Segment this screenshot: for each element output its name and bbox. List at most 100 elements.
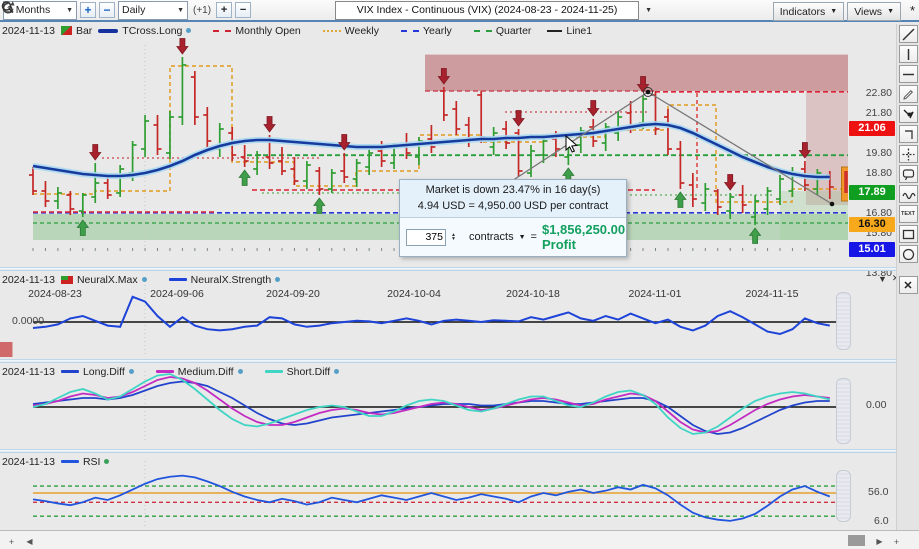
legend-item-quarter[interactable]: Quarter <box>474 25 532 37</box>
contracts-input[interactable] <box>406 229 446 246</box>
rsi-legend: 2024-11-13 RSI <box>2 455 109 468</box>
legend-item-bar[interactable]: Bar <box>61 25 92 37</box>
elbow-line-tool-button[interactable] <box>899 125 918 143</box>
legend-dot-icon <box>238 369 243 374</box>
cursor-date-label: 2024-11-13 <box>2 274 55 286</box>
sell-arrow-icon <box>177 39 188 55</box>
legend-item-weekly[interactable]: Weekly <box>323 25 379 37</box>
panel-close-button[interactable]: ✕ <box>899 276 918 294</box>
legend-label: Yearly <box>423 25 452 37</box>
legend-label: Quarter <box>496 25 532 37</box>
collapse-icon[interactable]: ▼ <box>878 274 887 284</box>
tcross-swatch-icon <box>98 29 118 33</box>
legend-item-long-diff[interactable]: Long.Diff <box>61 366 134 378</box>
horizontal-line-tool-button[interactable] <box>899 65 918 83</box>
chevron-down-icon: ▼ <box>887 8 894 15</box>
price-tick: 22.80 <box>866 87 892 99</box>
legend-item-neuralx-max[interactable]: NeuralX.Max <box>61 274 147 286</box>
horizontal-scrollbar[interactable]: + ◀ ▶ + <box>0 530 919 549</box>
legend-label: Short.Diff <box>287 366 331 378</box>
rsi-canvas[interactable] <box>0 453 848 530</box>
legend-label: TCross.Long <box>122 25 182 37</box>
trendline-tool-button[interactable] <box>899 25 918 43</box>
medium-diff-line <box>33 377 830 433</box>
scroll-zoom-in-left-button[interactable]: + <box>4 534 19 549</box>
period-select[interactable]: Daily▼ <box>118 1 188 20</box>
pointer-flag-tool-button[interactable] <box>899 105 918 123</box>
legend-item-rsi[interactable]: RSI <box>61 456 110 468</box>
price-badge: 21.06 <box>849 121 895 136</box>
price-tick: 19.80 <box>866 147 892 159</box>
rectangle-tool-button[interactable] <box>899 225 918 243</box>
price-badge: 17.89 <box>849 185 895 200</box>
bars-remove-button[interactable]: − <box>235 2 251 18</box>
long-diff-swatch-icon <box>61 370 79 373</box>
scroll-right-button[interactable]: ▶ <box>872 534 887 549</box>
symbol-title[interactable]: VIX Index - Continuous (VIX) (2024-08-23… <box>335 1 639 20</box>
legend-item-yearly[interactable]: Yearly <box>401 25 452 37</box>
callout-tool-button[interactable] <box>899 165 918 183</box>
chevron-down-icon: ▼ <box>177 7 184 14</box>
legend-item-medium-diff[interactable]: Medium.Diff <box>156 366 243 378</box>
legend-dot-icon <box>186 28 191 33</box>
diff-zero-label: 0.00 <box>866 399 886 411</box>
legend-item-tcross[interactable]: TCross.Long <box>98 25 191 37</box>
legend-item-monthly-open[interactable]: Monthly Open <box>213 25 300 37</box>
bar-swatch-icon <box>61 26 72 35</box>
text-tool-button[interactable]: TEXT <box>899 205 918 223</box>
crosshair-tool-button[interactable] <box>899 145 918 163</box>
legend-dot-icon <box>142 277 147 282</box>
cursor-date-label: 2024-11-13 <box>2 456 55 468</box>
diff-scale-slider[interactable] <box>836 378 851 444</box>
rsi-swatch-icon <box>61 460 79 463</box>
legend-item-short-diff[interactable]: Short.Diff <box>265 366 340 378</box>
sell-arrow-icon <box>264 117 275 133</box>
neuralx-scale-slider[interactable] <box>836 292 851 350</box>
wave-tool-button[interactable] <box>899 185 918 203</box>
tooltip-line2: 4.94 USD = 4,950.00 USD per contract <box>400 196 626 212</box>
legend-item-neuralx-strength[interactable]: NeuralX.Strength <box>169 274 281 286</box>
ellipse-tool-button[interactable] <box>899 245 918 263</box>
neuralx-strength-line <box>33 297 830 334</box>
chevron-down-icon: ▼ <box>830 8 837 15</box>
bars-add-button[interactable]: + <box>216 2 232 18</box>
plus-one-label: (+1) <box>193 5 211 16</box>
pencil-tool-button[interactable] <box>899 85 918 103</box>
cursor-date-label: 2024-11-13 <box>2 366 55 378</box>
tooltip-contracts-row: ▲▼ contracts ▼ = $1,856,250.00 Profit <box>400 217 626 256</box>
profit-value: $1,856,250.00 Profit <box>542 222 625 252</box>
indicators-button[interactable]: Indicators▼ <box>773 2 844 21</box>
scrollbar-thumb[interactable] <box>848 535 865 546</box>
buy-arrow-icon <box>239 170 250 186</box>
top-toolbar: 3 Months▼ + − Daily▼ (+1) + − VIX Index … <box>0 0 919 22</box>
line1-swatch-icon <box>547 30 562 32</box>
zoom-in-button[interactable]: + <box>80 2 96 18</box>
price-badge: 15.01 <box>849 242 895 257</box>
chevron-down-icon[interactable]: ▼ <box>519 234 526 241</box>
views-label: Views <box>854 6 882 18</box>
legend-dot-icon <box>275 277 280 282</box>
sell-arrow-icon <box>513 111 524 127</box>
zoom-out-button[interactable]: − <box>99 2 115 18</box>
search-chevron-icon[interactable]: ▼ <box>645 7 652 14</box>
contracts-stepper[interactable]: ▲▼ <box>451 233 456 241</box>
price-badge: 16.30 <box>849 217 895 232</box>
legend-label: Medium.Diff <box>178 366 234 378</box>
monthly-open-swatch-icon <box>213 30 231 32</box>
quarter-swatch-icon <box>474 30 492 32</box>
legend-label: RSI <box>83 456 101 468</box>
rsi-scale-slider[interactable] <box>836 470 851 522</box>
legend-label: NeuralX.Strength <box>191 274 272 286</box>
yearly-swatch-icon <box>401 30 419 32</box>
profit-tooltip: Market is down 23.47% in 16 day(s) 4.94 … <box>399 179 627 257</box>
legend-label: Long.Diff <box>83 366 125 378</box>
shaded-zone <box>425 55 848 91</box>
legend-item-line1[interactable]: Line1 <box>547 25 592 37</box>
views-button[interactable]: Views ▼ <box>847 2 901 21</box>
scroll-zoom-in-right-button[interactable]: + <box>889 534 904 549</box>
weekly-swatch-icon <box>323 30 341 32</box>
diff-legend: 2024-11-13 Long.Diff Medium.Diff Short.D… <box>2 365 339 378</box>
scroll-left-button[interactable]: ◀ <box>22 534 37 549</box>
vertical-line-tool-button[interactable] <box>899 45 918 63</box>
favorite-star[interactable]: * <box>910 3 915 18</box>
